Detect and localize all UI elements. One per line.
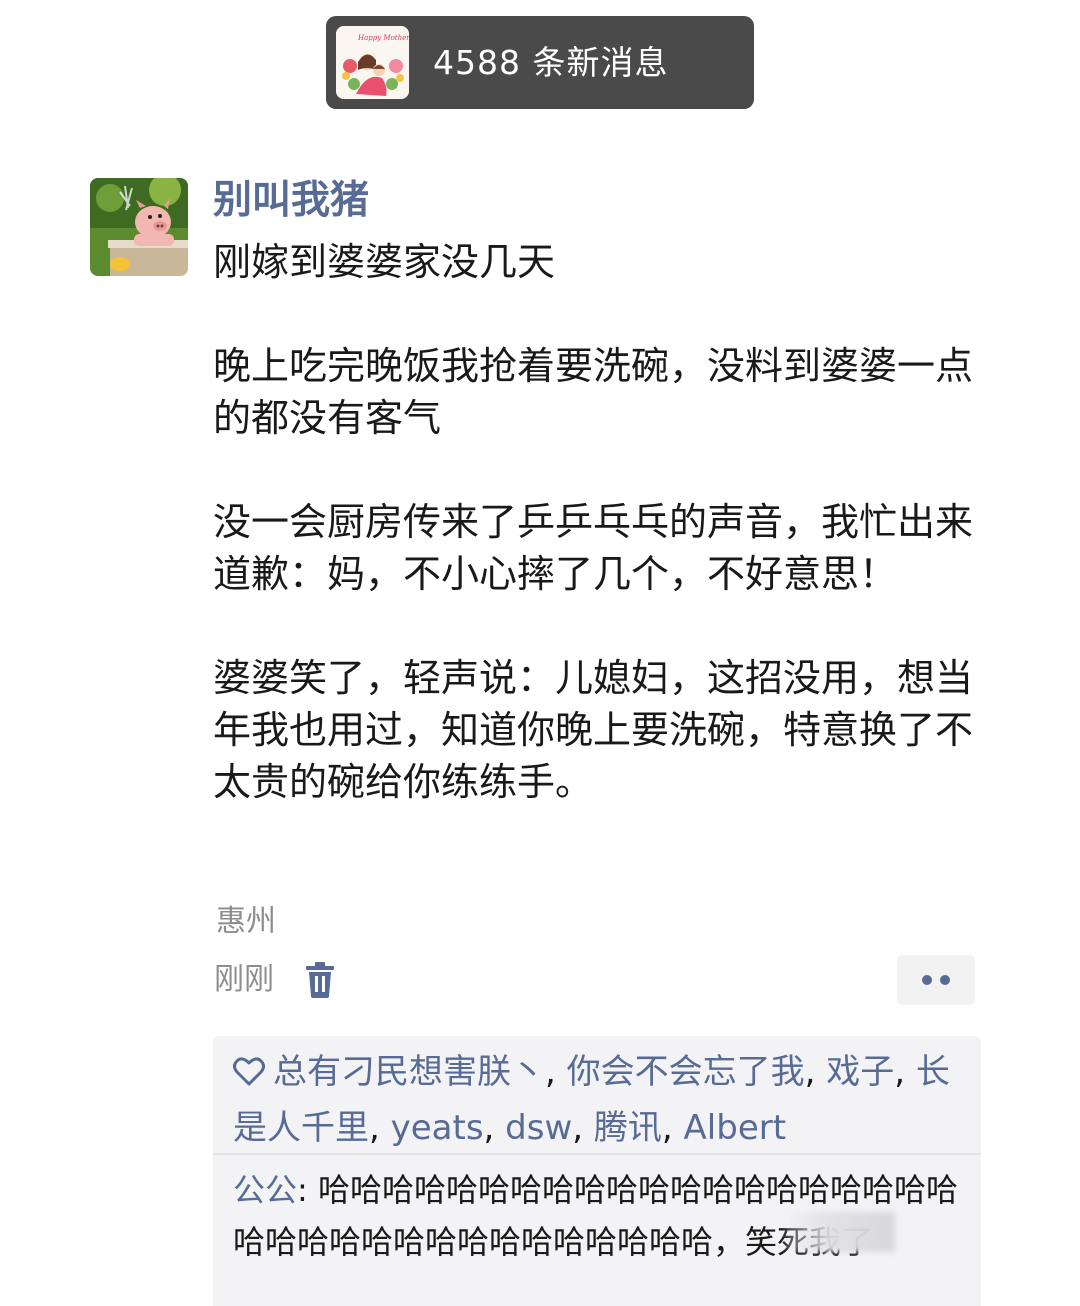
delete-post-button[interactable] [303,962,337,998]
liker-name[interactable]: 总有刁民想害朕丶 [273,1052,545,1092]
pig-avatar-image [90,178,188,276]
liker-name[interactable]: dsw [505,1108,572,1148]
more-dots-icon [922,975,950,985]
post-paragraph: 刚嫁到婆婆家没几天 [213,240,556,284]
post-body: 刚嫁到婆婆家没几天 晚上吃完晚饭我抢着要洗碗，没料到婆婆一点的都没有客气 没一会… [213,236,1003,808]
liker-name[interactable]: 戏子 [826,1052,894,1092]
heart-outline-icon [233,1050,265,1102]
author-name[interactable]: 别叫我猪 [213,174,369,228]
comments-divider [213,1153,981,1155]
blur-overlay [785,1212,895,1252]
post-location[interactable]: 惠州 [216,900,276,944]
post-time: 刚刚 [214,962,274,997]
more-actions-button[interactable] [897,955,975,1005]
post-paragraph: 没一会厨房传来了乒乒乓乓的声音，我忙出来道歉：妈，不小心摔了几个，不好意思！ [213,500,974,596]
liker-name[interactable]: Albert [684,1108,787,1148]
new-messages-banner[interactable]: Happy Mother's Day 4588 条新消息 [326,16,754,109]
commenter-name[interactable]: 公公 [233,1171,297,1209]
trash-icon [306,962,334,998]
avatar-caption: Happy Mother's Day [357,34,409,42]
notification-avatar: Happy Mother's Day [336,26,409,99]
new-messages-label: 4588 条新消息 [433,43,669,82]
author-avatar[interactable] [90,178,188,276]
liker-name[interactable]: yeats [391,1108,484,1148]
likes-list: 总有刁民想害朕丶, 你会不会忘了我, 戏子, 长是人千里, yeats, dsw… [233,1050,950,1148]
mothers-day-avatar-image: Happy Mother's Day [336,26,409,99]
likes-comments-panel: 总有刁民想害朕丶, 你会不会忘了我, 戏子, 长是人千里, yeats, dsw… [213,1036,981,1306]
post-paragraph: 婆婆笑了，轻声说：儿媳妇，这招没用，想当年我也用过，知道你晚上要洗碗，特意换了不… [213,656,974,804]
post-paragraph: 晚上吃完晚饭我抢着要洗碗，没料到婆婆一点的都没有客气 [213,344,974,440]
liker-name[interactable]: 腾讯 [594,1108,662,1148]
liker-name[interactable]: 你会不会忘了我 [567,1052,805,1092]
